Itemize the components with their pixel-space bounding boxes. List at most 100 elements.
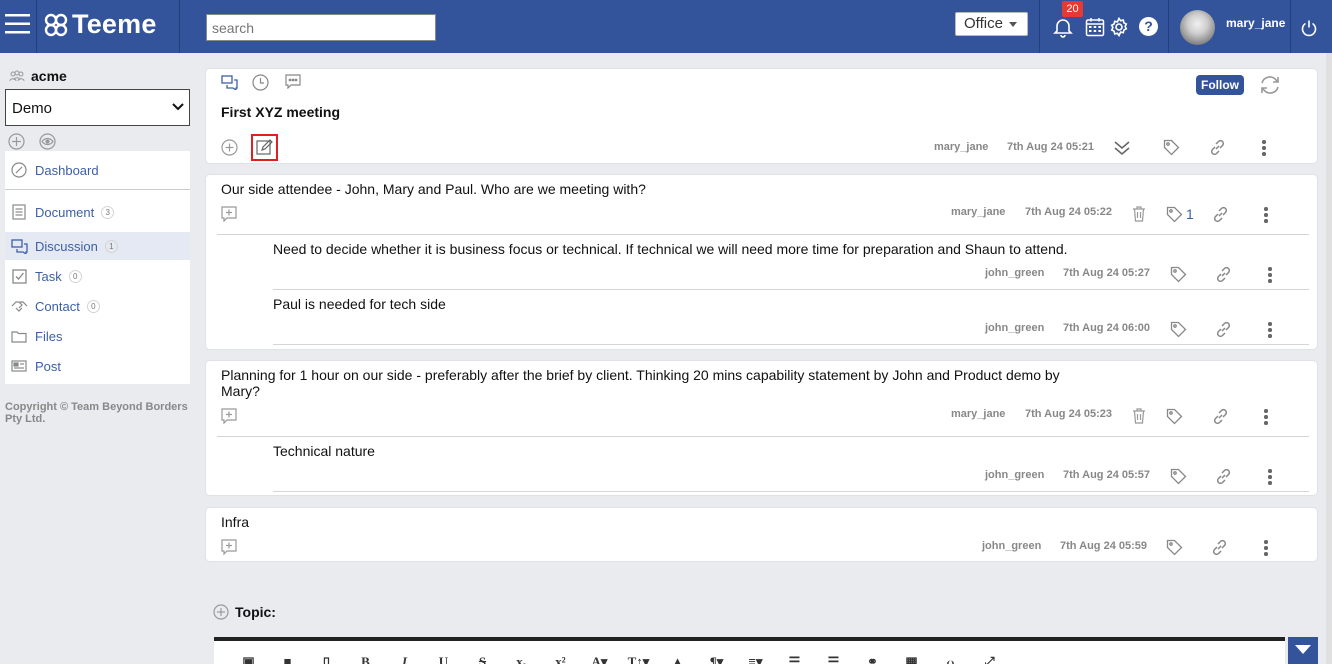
space-select[interactable]: Demo bbox=[5, 89, 190, 126]
tag-icon[interactable] bbox=[1170, 321, 1187, 338]
top-bar: Teeme Office 20 ? mary_jane bbox=[0, 0, 1332, 53]
view-space-icon[interactable] bbox=[39, 133, 56, 150]
link-icon[interactable] bbox=[1212, 408, 1229, 425]
sidebar-item-label: Task bbox=[35, 268, 62, 284]
post-timestamp: 7th Aug 24 05:59 bbox=[1060, 540, 1148, 552]
expand-editor-button[interactable] bbox=[1288, 637, 1318, 664]
username-label[interactable]: mary_jane bbox=[1226, 16, 1285, 30]
link-icon[interactable] bbox=[1215, 266, 1232, 283]
dashboard-icon bbox=[10, 162, 28, 178]
add-space-icon[interactable] bbox=[8, 133, 25, 150]
files-icon bbox=[10, 330, 28, 343]
edit-title-button[interactable] bbox=[251, 134, 278, 161]
task-count-badge: 0 bbox=[68, 269, 82, 283]
notification-bell-icon[interactable] bbox=[1052, 16, 1074, 38]
tag-icon[interactable] bbox=[1166, 408, 1183, 425]
delete-trash-icon[interactable] bbox=[1132, 408, 1146, 424]
sidebar-item-task[interactable]: Task 0 bbox=[5, 262, 190, 290]
more-options-kebab-icon[interactable] bbox=[1262, 140, 1266, 158]
comment-icon[interactable] bbox=[285, 74, 301, 89]
tag-icon[interactable] bbox=[1166, 206, 1183, 223]
insert-table-icon[interactable]: ▦ bbox=[892, 654, 931, 664]
sidebar-item-discussion[interactable]: Discussion 1 bbox=[5, 232, 190, 260]
space-select-value: Demo bbox=[12, 100, 53, 117]
link-icon[interactable] bbox=[1209, 139, 1226, 156]
more-options-kebab-icon[interactable] bbox=[1268, 469, 1272, 487]
tag-count[interactable]: 1 bbox=[1186, 206, 1194, 222]
reply-icon[interactable] bbox=[221, 408, 237, 424]
subscript-button[interactable]: x₂ bbox=[502, 654, 541, 664]
history-clock-icon[interactable] bbox=[252, 74, 269, 91]
sidebar-item-label: Discussion bbox=[35, 238, 98, 254]
italic-button[interactable]: I bbox=[385, 654, 424, 664]
delete-trash-icon[interactable] bbox=[1132, 206, 1146, 222]
link-icon[interactable] bbox=[1211, 539, 1228, 556]
bold-button[interactable]: B bbox=[346, 654, 385, 664]
code-view-icon[interactable]: ‹› bbox=[931, 654, 970, 664]
discussion-count-badge: 1 bbox=[104, 239, 118, 253]
follow-button[interactable]: Follow bbox=[1196, 75, 1244, 95]
hamburger-menu-icon[interactable] bbox=[5, 13, 30, 35]
reply-icon[interactable] bbox=[221, 206, 237, 222]
document-count-badge: 3 bbox=[101, 205, 115, 219]
post-text: Infra bbox=[221, 514, 250, 530]
strikethrough-button[interactable]: S bbox=[463, 654, 502, 664]
reply-author: john_green bbox=[985, 322, 1045, 334]
brand-logo[interactable]: Teeme bbox=[43, 9, 157, 40]
reply-icon[interactable] bbox=[221, 539, 237, 555]
sidebar-item-contact[interactable]: Contact 0 bbox=[5, 292, 190, 320]
font-color-button[interactable]: A▾ bbox=[580, 654, 619, 664]
align-button[interactable]: ≡▾ bbox=[736, 654, 775, 664]
sidebar-item-dashboard[interactable]: Dashboard bbox=[5, 156, 190, 184]
sidebar-item-files[interactable]: Files bbox=[5, 322, 190, 350]
insert-image-icon[interactable]: ▣ bbox=[229, 654, 268, 664]
ordered-list-icon[interactable]: ☰ bbox=[775, 654, 814, 664]
search-input[interactable] bbox=[206, 14, 436, 41]
more-options-kebab-icon[interactable] bbox=[1264, 207, 1268, 225]
insert-file-icon[interactable]: ▯ bbox=[307, 654, 346, 664]
tag-icon[interactable] bbox=[1163, 139, 1180, 156]
post-author: john_green bbox=[982, 540, 1042, 552]
notification-count-badge: 20 bbox=[1062, 1, 1083, 17]
superscript-button[interactable]: x² bbox=[541, 654, 580, 664]
more-options-kebab-icon[interactable] bbox=[1268, 322, 1272, 340]
discussion-view-icon[interactable] bbox=[221, 75, 238, 90]
insert-video-icon[interactable]: ■ bbox=[268, 654, 307, 664]
sidebar-item-post[interactable]: Post bbox=[5, 352, 190, 380]
tag-icon[interactable] bbox=[1170, 468, 1187, 485]
contact-count-badge: 0 bbox=[86, 299, 100, 313]
post-card: Infra john_green 7th Aug 24 05:59 bbox=[205, 507, 1318, 562]
link-icon[interactable] bbox=[1212, 206, 1229, 223]
calendar-icon[interactable] bbox=[1085, 17, 1105, 37]
task-icon bbox=[10, 268, 28, 284]
paragraph-format-button[interactable]: ¶▾ bbox=[697, 654, 736, 664]
power-logout-icon[interactable] bbox=[1300, 19, 1318, 37]
settings-gear-icon[interactable] bbox=[1108, 16, 1130, 38]
add-topic-icon[interactable] bbox=[213, 604, 229, 620]
scrollbar[interactable] bbox=[1326, 53, 1332, 664]
reply-author: john_green bbox=[985, 267, 1045, 279]
link-icon[interactable] bbox=[1215, 321, 1232, 338]
topic-section: Topic: bbox=[213, 604, 276, 620]
tag-icon[interactable] bbox=[1170, 266, 1187, 283]
help-icon[interactable]: ? bbox=[1139, 17, 1158, 36]
post-author: mary_jane bbox=[951, 408, 1006, 420]
user-avatar[interactable] bbox=[1180, 10, 1215, 45]
more-options-kebab-icon[interactable] bbox=[1264, 540, 1268, 558]
more-options-kebab-icon[interactable] bbox=[1264, 409, 1268, 427]
fullscreen-icon[interactable]: ⤢ bbox=[970, 654, 1009, 664]
font-size-button[interactable]: T↕▾ bbox=[619, 654, 658, 664]
unordered-list-icon[interactable]: ☰ bbox=[814, 654, 853, 664]
insert-link-icon[interactable]: ⚭ bbox=[853, 654, 892, 664]
tag-icon[interactable] bbox=[1166, 539, 1183, 556]
underline-button[interactable]: U bbox=[424, 654, 463, 664]
sidebar-item-document[interactable]: Document 3 bbox=[5, 198, 190, 226]
refresh-icon[interactable] bbox=[1258, 74, 1282, 96]
post-timestamp: 7th Aug 24 05:23 bbox=[1025, 408, 1113, 420]
add-post-icon[interactable] bbox=[221, 139, 238, 156]
collapse-all-chevron-icon[interactable] bbox=[1113, 138, 1131, 156]
fill-color-icon[interactable]: ▲ bbox=[658, 654, 697, 664]
more-options-kebab-icon[interactable] bbox=[1268, 267, 1272, 285]
link-icon[interactable] bbox=[1215, 468, 1232, 485]
office-dropdown[interactable]: Office bbox=[955, 12, 1028, 36]
